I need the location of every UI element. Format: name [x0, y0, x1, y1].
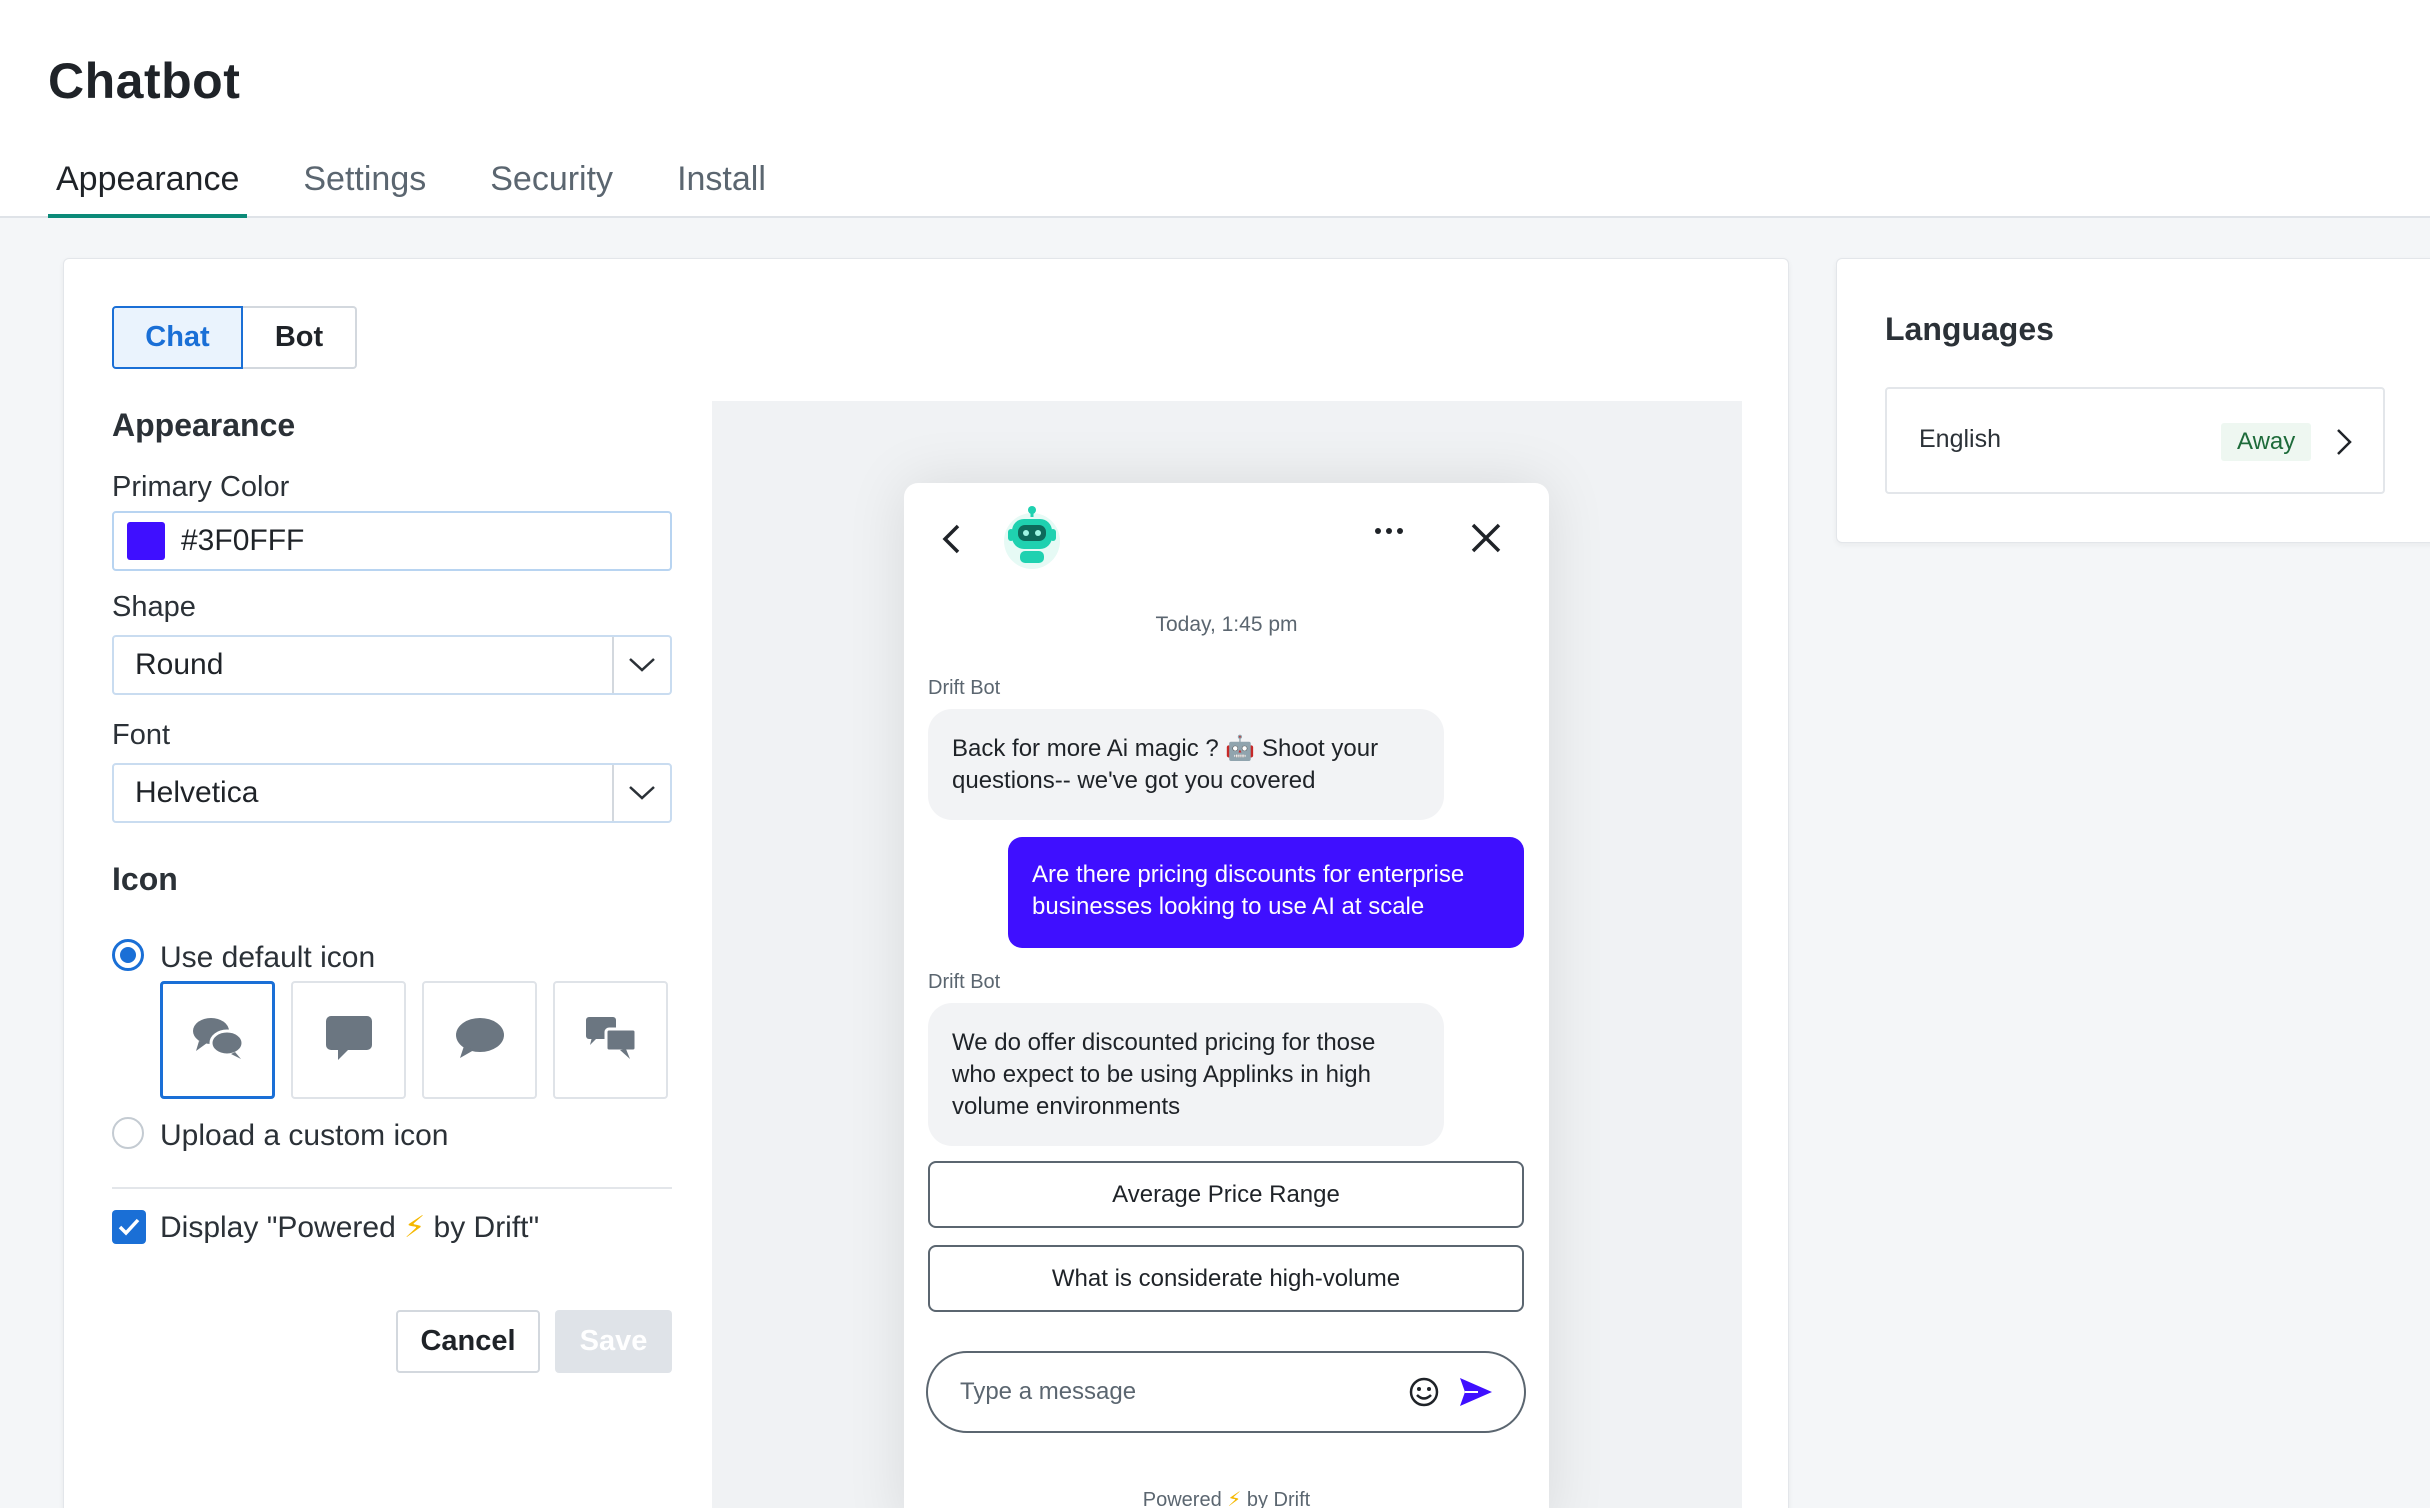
- font-label: Font: [112, 719, 171, 751]
- quick-reply-button[interactable]: Average Price Range: [928, 1161, 1524, 1228]
- lightning-bolt-icon: ⚡: [404, 1211, 426, 1244]
- chevron-down-icon[interactable]: [612, 765, 670, 821]
- tab-bar: Appearance Settings Security Install: [48, 150, 822, 218]
- cancel-button[interactable]: Cancel: [396, 1310, 540, 1373]
- tab-security[interactable]: Security: [482, 150, 621, 218]
- sender-name: Drift Bot: [928, 971, 1001, 993]
- divider: [112, 1187, 672, 1189]
- shape-select-value: Round: [135, 648, 224, 681]
- language-item-english[interactable]: English Away: [1885, 387, 2385, 494]
- icon-option-chat-bubbles[interactable]: [160, 981, 275, 1099]
- bot-message-bubble: We do offer discounted pricing for those…: [928, 1003, 1444, 1146]
- language-name: English: [1919, 425, 2001, 453]
- lightning-bolt-icon: ⚡: [1227, 1489, 1242, 1508]
- icon-heading: Icon: [112, 861, 178, 897]
- powered-text-start: Powered: [1142, 1489, 1228, 1508]
- color-swatch[interactable]: [127, 522, 165, 560]
- shape-select[interactable]: Round: [112, 635, 672, 695]
- powered-text-end: by Drift: [1241, 1489, 1311, 1508]
- user-message-bubble: Are there pricing discounts for enterpri…: [1008, 837, 1524, 948]
- round-bubble-icon: [454, 1016, 506, 1065]
- font-select-value: Helvetica: [135, 776, 259, 809]
- display-powered-text-start: Display "Powered: [160, 1211, 405, 1244]
- send-icon[interactable]: [1458, 1376, 1494, 1408]
- close-icon[interactable]: [1469, 521, 1503, 560]
- quick-reply-button[interactable]: What is considerate high-volume: [928, 1245, 1524, 1312]
- sender-name: Drift Bot: [928, 677, 1001, 699]
- tab-install[interactable]: Install: [669, 150, 774, 218]
- primary-color-field[interactable]: #3F0FFF: [112, 511, 672, 571]
- icon-option-square-bubble[interactable]: [291, 981, 406, 1099]
- message-input[interactable]: [960, 1378, 1408, 1406]
- bot-avatar-icon: [1000, 505, 1064, 569]
- message-composer: [926, 1351, 1526, 1433]
- tab-settings[interactable]: Settings: [295, 150, 434, 218]
- display-powered-label[interactable]: Display "Powered ⚡ by Drift": [160, 1210, 539, 1245]
- square-bubble-icon: [324, 1014, 374, 1067]
- upload-custom-icon-radio[interactable]: [112, 1117, 144, 1149]
- bot-message-bubble: Back for more Ai magic ? 🤖 Shoot your qu…: [928, 709, 1444, 820]
- double-square-bubble-icon: [584, 1015, 638, 1066]
- chevron-down-icon[interactable]: [612, 637, 670, 693]
- chat-bot-toggle: Chat Bot: [112, 306, 357, 369]
- use-default-icon-radio[interactable]: [112, 939, 144, 971]
- languages-title: Languages: [1885, 311, 2054, 347]
- page-title: Chatbot: [48, 53, 241, 109]
- upload-custom-icon-label[interactable]: Upload a custom icon: [160, 1119, 449, 1153]
- appearance-card: Chat Bot Appearance Primary Color #3F0FF…: [63, 258, 1789, 1508]
- font-select[interactable]: Helvetica: [112, 763, 672, 823]
- icon-option-round-bubble[interactable]: [422, 981, 537, 1099]
- tab-appearance[interactable]: Appearance: [48, 150, 248, 218]
- appearance-heading: Appearance: [112, 407, 296, 443]
- chevron-right-icon: [2335, 427, 2353, 462]
- status-badge: Away: [2221, 423, 2312, 461]
- bot-segment-button[interactable]: Bot: [243, 306, 357, 369]
- save-button[interactable]: Save: [555, 1310, 672, 1373]
- chat-segment-button[interactable]: Chat: [112, 306, 243, 369]
- emoji-icon[interactable]: [1408, 1376, 1440, 1408]
- powered-by-drift-footer: Powered ⚡ by Drift: [904, 1487, 1549, 1508]
- icon-options: [160, 981, 668, 1099]
- chat-timestamp: Today, 1:45 pm: [1155, 613, 1298, 636]
- use-default-icon-label[interactable]: Use default icon: [160, 941, 375, 975]
- icon-option-double-square-bubble[interactable]: [553, 981, 668, 1099]
- primary-color-label: Primary Color: [112, 471, 290, 503]
- chat-bubbles-icon: [191, 1015, 245, 1066]
- top-bar: Chatbot Appearance Settings Security Ins…: [0, 0, 2430, 218]
- shape-label: Shape: [112, 591, 196, 623]
- chat-widget-preview: Today, 1:45 pm Drift Bot Back for more A…: [904, 483, 1549, 1508]
- display-powered-checkbox[interactable]: [112, 1210, 146, 1244]
- primary-color-value: #3F0FFF: [181, 524, 305, 557]
- languages-card: Languages English Away: [1836, 258, 2430, 543]
- more-options-icon[interactable]: [1374, 523, 1404, 541]
- display-powered-text-end: by Drift": [425, 1211, 540, 1244]
- back-arrow-icon[interactable]: [940, 523, 962, 560]
